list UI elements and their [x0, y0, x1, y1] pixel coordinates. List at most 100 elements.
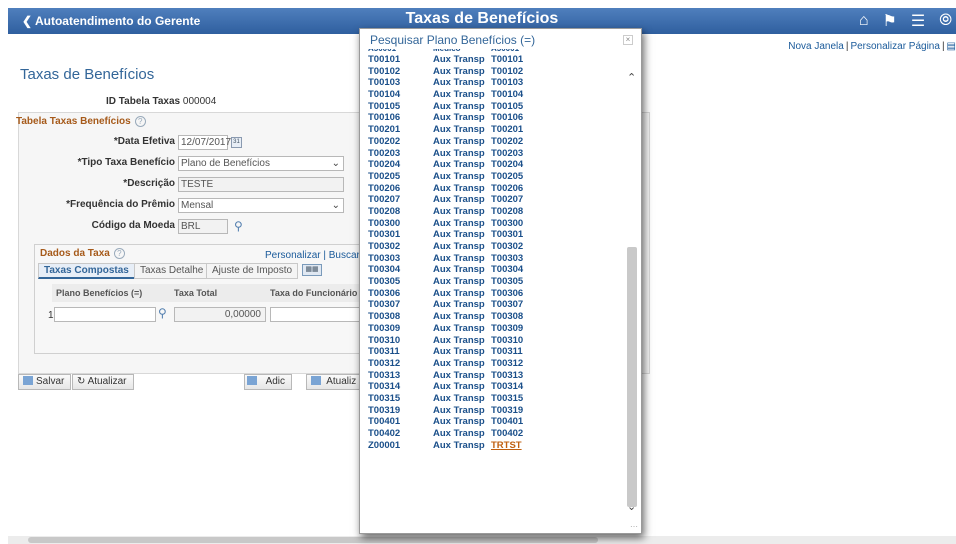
- plan-code-link[interactable]: T00313: [368, 370, 400, 382]
- currency-field[interactable]: BRL: [178, 219, 228, 234]
- result-row[interactable]: T00207 Aux Transp T00207: [361, 194, 623, 206]
- plan-code-link[interactable]: T00301: [368, 229, 400, 241]
- plan-id-link[interactable]: T00206: [491, 183, 523, 195]
- calendar-icon[interactable]: 31: [231, 137, 242, 148]
- plan-description-link[interactable]: Aux Transp: [433, 77, 485, 89]
- plan-description-link[interactable]: Aux Transp: [433, 136, 485, 148]
- result-row[interactable]: T00205 Aux Transp T00205: [361, 171, 623, 183]
- tab-tax-adjustment[interactable]: Ajuste de Imposto: [206, 263, 299, 279]
- rate-type-select[interactable]: Plano de Benefícios ⌄: [178, 156, 344, 171]
- plan-id-link[interactable]: T00205: [491, 171, 523, 183]
- navbar-icon[interactable]: ⦾: [939, 12, 952, 30]
- plan-description-link[interactable]: Aux Transp: [433, 183, 485, 195]
- result-row[interactable]: T00402 Aux Transp T00402: [361, 428, 623, 440]
- plan-description-link[interactable]: Aux Transp: [433, 218, 485, 230]
- new-window-link[interactable]: Nova Janela: [788, 41, 844, 52]
- plan-id-link[interactable]: T00311: [491, 346, 523, 358]
- plan-id-link[interactable]: T00204: [491, 159, 523, 171]
- plan-description-link[interactable]: Aux Transp: [433, 264, 485, 276]
- plan-description-link[interactable]: Aux Transp: [433, 358, 485, 370]
- plan-id-link[interactable]: T00319: [491, 405, 523, 417]
- plan-code-link[interactable]: T00300: [368, 218, 400, 230]
- plan-id-link[interactable]: T00202: [491, 136, 523, 148]
- plan-code-link[interactable]: T00309: [368, 323, 400, 335]
- personalize-page-link[interactable]: Personalizar Página: [850, 41, 940, 52]
- plan-description-link[interactable]: Aux Transp: [433, 241, 485, 253]
- result-row[interactable]: T00208 Aux Transp T00208: [361, 206, 623, 218]
- result-row[interactable]: T00303 Aux Transp T00303: [361, 253, 623, 265]
- add-button[interactable]: Adic: [244, 374, 293, 390]
- result-row[interactable]: T00301 Aux Transp T00301: [361, 229, 623, 241]
- plan-description-link[interactable]: Aux Transp: [433, 159, 485, 171]
- plan-id-link[interactable]: T00203: [491, 148, 523, 160]
- plan-id-link[interactable]: T00106: [491, 112, 523, 124]
- result-row[interactable]: T00201 Aux Transp T00201: [361, 124, 623, 136]
- plan-code-link[interactable]: T00311: [368, 346, 400, 358]
- plan-description-link[interactable]: Aux Transp: [433, 194, 485, 206]
- plan-description-link[interactable]: Aux Transp: [433, 311, 485, 323]
- result-row[interactable]: T00309 Aux Transp T00309: [361, 323, 623, 335]
- plan-id-link[interactable]: T00304: [491, 264, 523, 276]
- plan-code-link[interactable]: T00202: [368, 136, 400, 148]
- plan-code-link[interactable]: T00307: [368, 299, 400, 311]
- result-row[interactable]: Z00001 Aux Transp TRTST: [361, 440, 623, 452]
- plan-id-link[interactable]: T00207: [491, 194, 523, 206]
- plan-id-link[interactable]: T00315: [491, 393, 523, 405]
- plan-id-link[interactable]: T00309: [491, 323, 523, 335]
- effective-date-field[interactable]: 12/07/2017: [178, 135, 231, 150]
- plan-description-link[interactable]: Aux Transp: [433, 148, 485, 160]
- plan-code-link[interactable]: T00310: [368, 335, 400, 347]
- result-row[interactable]: T00103 Aux Transp T00103: [361, 77, 623, 89]
- home-icon[interactable]: ⌂: [859, 12, 869, 30]
- result-row[interactable]: T00204 Aux Transp T00204: [361, 159, 623, 171]
- plan-id-link[interactable]: T00102: [491, 66, 523, 78]
- plan-code-link[interactable]: T00102: [368, 66, 400, 78]
- plan-description-link[interactable]: Aux Transp: [433, 288, 485, 300]
- plan-code-link[interactable]: T00205: [368, 171, 400, 183]
- plan-code-link[interactable]: T00208: [368, 206, 400, 218]
- chevron-up-icon[interactable]: ⌃: [627, 71, 636, 84]
- plan-description-link[interactable]: Aux Transp: [433, 276, 485, 288]
- plan-id-link[interactable]: T00301: [491, 229, 523, 241]
- plan-id-link[interactable]: T00308: [491, 311, 523, 323]
- plan-id-link[interactable]: T00303: [491, 253, 523, 265]
- plan-code-link[interactable]: T00101: [368, 54, 400, 66]
- frequency-select[interactable]: Mensal ⌄: [178, 198, 344, 213]
- help-icon[interactable]: ?: [113, 248, 125, 259]
- plan-code-link[interactable]: T00103: [368, 77, 400, 89]
- plan-description-link[interactable]: Aux Transp: [433, 440, 485, 452]
- plan-description-link[interactable]: Aux Transp: [433, 101, 485, 113]
- result-row[interactable]: T00203 Aux Transp T00203: [361, 148, 623, 160]
- flag-icon[interactable]: ⚑: [883, 11, 897, 31]
- plan-id-link[interactable]: T00401: [491, 416, 523, 428]
- plan-description-link[interactable]: Aux Transp: [433, 393, 485, 405]
- plan-code-link[interactable]: T00302: [368, 241, 400, 253]
- tab-compound-rates[interactable]: Taxas Compostas: [38, 263, 135, 279]
- close-icon[interactable]: ×: [623, 35, 633, 45]
- plan-id-link[interactable]: T00307: [491, 299, 523, 311]
- plan-code-link[interactable]: T00312: [368, 358, 400, 370]
- plan-description-link[interactable]: Aux Transp: [433, 171, 485, 183]
- menu-icon[interactable]: ☰: [911, 11, 925, 31]
- plan-description-link[interactable]: Aux Transp: [433, 54, 485, 66]
- result-row[interactable]: T00102 Aux Transp T00102: [361, 66, 623, 78]
- result-row[interactable]: T00305 Aux Transp T00305: [361, 276, 623, 288]
- search-icon[interactable]: ⚲: [234, 219, 243, 233]
- plan-id-link[interactable]: T00310: [491, 335, 523, 347]
- search-icon[interactable]: ⚲: [158, 306, 167, 320]
- plan-code-link[interactable]: T00315: [368, 393, 400, 405]
- plan-description-link[interactable]: Aux Transp: [433, 405, 485, 417]
- plan-description-link[interactable]: Aux Transp: [433, 370, 485, 382]
- plan-description-link[interactable]: Aux Transp: [433, 66, 485, 78]
- employee-rate-field[interactable]: [270, 307, 362, 322]
- plan-code-link[interactable]: T00305: [368, 276, 400, 288]
- result-row[interactable]: T00315 Aux Transp T00315: [361, 393, 623, 405]
- plan-code-link[interactable]: T00203: [368, 148, 400, 160]
- plan-code-link[interactable]: T00401: [368, 416, 400, 428]
- plan-id-link[interactable]: T00314: [491, 381, 523, 393]
- result-row[interactable]: T00314 Aux Transp T00314: [361, 381, 623, 393]
- resize-grip-icon[interactable]: ⋯: [630, 522, 638, 531]
- plan-code-link[interactable]: T00105: [368, 101, 400, 113]
- plan-id-link[interactable]: T00105: [491, 101, 523, 113]
- plan-id-link[interactable]: T00402: [491, 428, 523, 440]
